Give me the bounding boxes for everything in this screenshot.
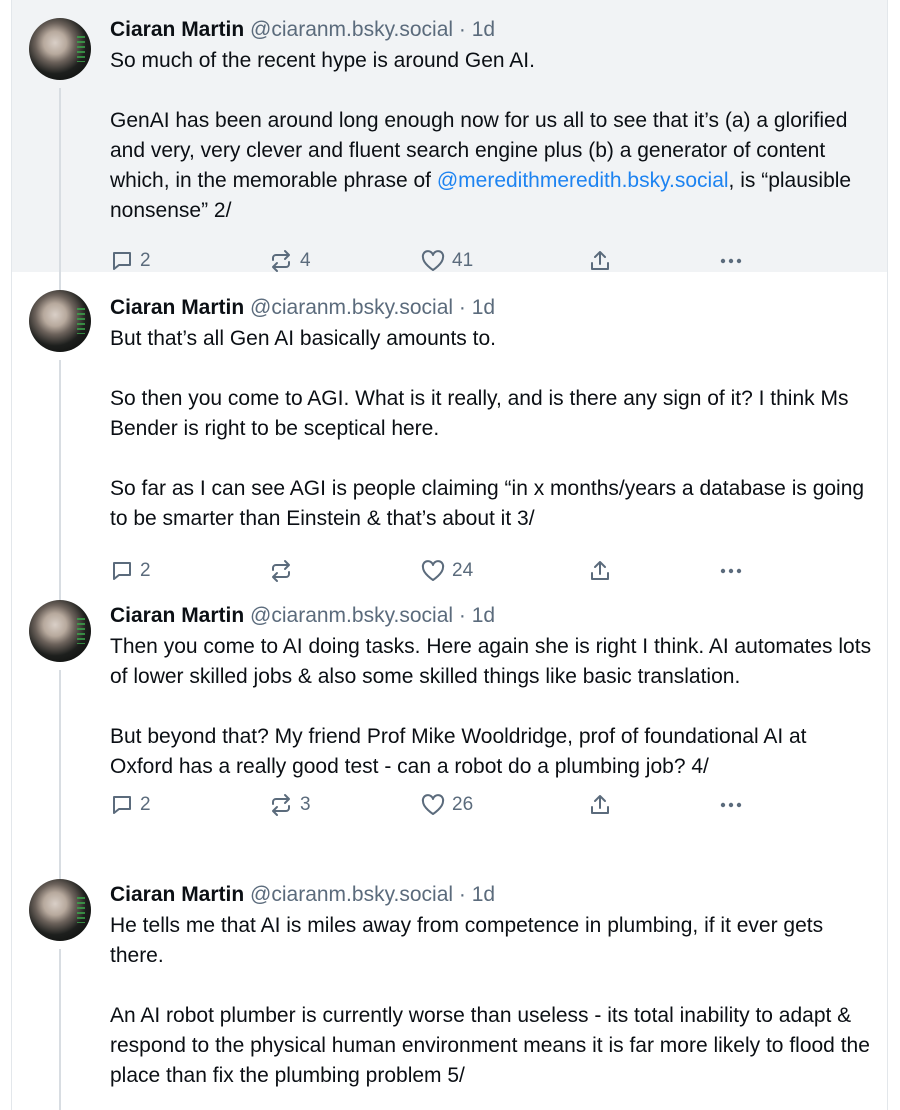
- author-name[interactable]: Ciaran Martin: [110, 883, 244, 906]
- post-header: Ciaran Martin @ciaranm.bsky.social · 1d: [110, 16, 873, 44]
- repost-count: 4: [300, 250, 311, 271]
- repost-arrows-icon: [272, 794, 290, 816]
- post-body: Then you come to AI doing tasks. Here ag…: [110, 632, 873, 782]
- avatar-column: [29, 290, 93, 600]
- post-body: But that’s all Gen AI basically amounts …: [110, 324, 873, 534]
- avatar-column: [29, 879, 93, 1110]
- ellipsis-icon: [720, 258, 742, 264]
- thread-line: [59, 670, 61, 879]
- like-count: 24: [452, 560, 474, 581]
- post-paragraph: Then you come to AI doing tasks. Here ag…: [110, 635, 872, 688]
- like-button[interactable]: 41: [420, 249, 588, 273]
- heart-icon: [421, 794, 445, 815]
- share-button[interactable]: [588, 559, 718, 583]
- post-header: Ciaran Martin @ciaranm.bsky.social · 1d: [110, 602, 873, 630]
- repost-button[interactable]: 4: [268, 249, 420, 273]
- author-handle[interactable]: @ciaranm.bsky.social: [250, 296, 453, 319]
- reply-count: 2: [140, 560, 151, 581]
- reply-button[interactable]: 2: [110, 793, 268, 817]
- thread-line: [59, 949, 61, 1110]
- thread-line: [59, 360, 61, 600]
- post-body: So much of the recent hype is around Gen…: [110, 46, 873, 226]
- more-options-button[interactable]: [718, 793, 744, 817]
- post-paragraph: But that’s all Gen AI basically amounts …: [110, 327, 496, 350]
- post-header: Ciaran Martin @ciaranm.bsky.social · 1d: [110, 881, 873, 909]
- reply-button[interactable]: 2: [110, 249, 268, 273]
- ellipsis-icon: [720, 802, 742, 808]
- reply-button[interactable]: 2: [110, 559, 268, 583]
- author-name[interactable]: Ciaran Martin: [110, 296, 244, 319]
- reply-count: 2: [140, 794, 151, 815]
- mention-link[interactable]: @meredithmeredith.bsky.social: [437, 169, 729, 192]
- share-button[interactable]: [588, 793, 718, 817]
- repost-button[interactable]: 3: [268, 793, 420, 817]
- repost-count: 3: [300, 794, 311, 815]
- post-time[interactable]: 1d: [472, 18, 495, 41]
- avatar-column: [29, 18, 93, 290]
- share-upload-icon: [591, 795, 609, 814]
- author-handle[interactable]: @ciaranm.bsky.social: [250, 604, 453, 627]
- avatar[interactable]: [29, 600, 91, 662]
- heart-icon: [421, 250, 445, 271]
- post-time[interactable]: 1d: [472, 296, 495, 319]
- post-paragraph: So much of the recent hype is around Gen…: [110, 49, 535, 72]
- more-options-button[interactable]: [718, 559, 744, 583]
- separator: ·: [453, 604, 472, 627]
- like-button[interactable]: 24: [420, 559, 588, 583]
- author-handle[interactable]: @ciaranm.bsky.social: [250, 883, 453, 906]
- repost-arrows-icon: [272, 560, 290, 582]
- share-upload-icon: [591, 251, 609, 270]
- post-paragraph: But beyond that? My friend Prof Mike Woo…: [110, 725, 807, 778]
- heart-icon: [421, 560, 445, 581]
- separator: ·: [453, 883, 472, 906]
- post-actions: 2 3 26: [110, 790, 873, 836]
- more-options-button[interactable]: [718, 249, 744, 273]
- reply-count: 2: [140, 250, 151, 271]
- thread-feed: Ciaran Martin @ciaranm.bsky.social · 1d …: [11, 0, 888, 1110]
- avatar[interactable]: [29, 879, 91, 941]
- speech-bubble-icon: [113, 796, 131, 814]
- ellipsis-icon: [720, 568, 742, 574]
- avatar[interactable]: [29, 18, 91, 80]
- thread-line: [59, 88, 61, 290]
- separator: ·: [453, 18, 472, 41]
- post-body: He tells me that AI is miles away from c…: [110, 911, 873, 1091]
- post-paragraph: An AI robot plumber is currently worse t…: [110, 1004, 870, 1087]
- repost-button[interactable]: [268, 559, 420, 583]
- post-time[interactable]: 1d: [472, 604, 495, 627]
- post-paragraph: He tells me that AI is miles away from c…: [110, 914, 824, 967]
- like-button[interactable]: 26: [420, 793, 588, 817]
- repost-arrows-icon: [272, 250, 290, 272]
- avatar-column: [29, 600, 93, 879]
- share-upload-icon: [591, 561, 609, 580]
- author-name[interactable]: Ciaran Martin: [110, 604, 244, 627]
- author-handle[interactable]: @ciaranm.bsky.social: [250, 18, 453, 41]
- post[interactable]: Ciaran Martin @ciaranm.bsky.social · 1d …: [12, 582, 887, 879]
- like-count: 41: [452, 250, 474, 271]
- post-paragraph: GenAI has been around long enough now fo…: [110, 106, 873, 226]
- speech-bubble-icon: [113, 562, 131, 580]
- post-time[interactable]: 1d: [472, 883, 495, 906]
- post[interactable]: Ciaran Martin @ciaranm.bsky.social · 1d …: [12, 861, 887, 1110]
- post[interactable]: Ciaran Martin @ciaranm.bsky.social · 1d …: [12, 272, 887, 600]
- post[interactable]: Ciaran Martin @ciaranm.bsky.social · 1d …: [12, 0, 887, 290]
- avatar[interactable]: [29, 290, 91, 352]
- like-count: 26: [452, 794, 474, 815]
- separator: ·: [453, 296, 472, 319]
- post-header: Ciaran Martin @ciaranm.bsky.social · 1d: [110, 294, 873, 322]
- speech-bubble-icon: [113, 252, 131, 270]
- post-paragraph: So then you come to AGI. What is it real…: [110, 387, 849, 440]
- author-name[interactable]: Ciaran Martin: [110, 18, 244, 41]
- post-paragraph: So far as I can see AGI is people claimi…: [110, 477, 865, 530]
- share-button[interactable]: [588, 249, 718, 273]
